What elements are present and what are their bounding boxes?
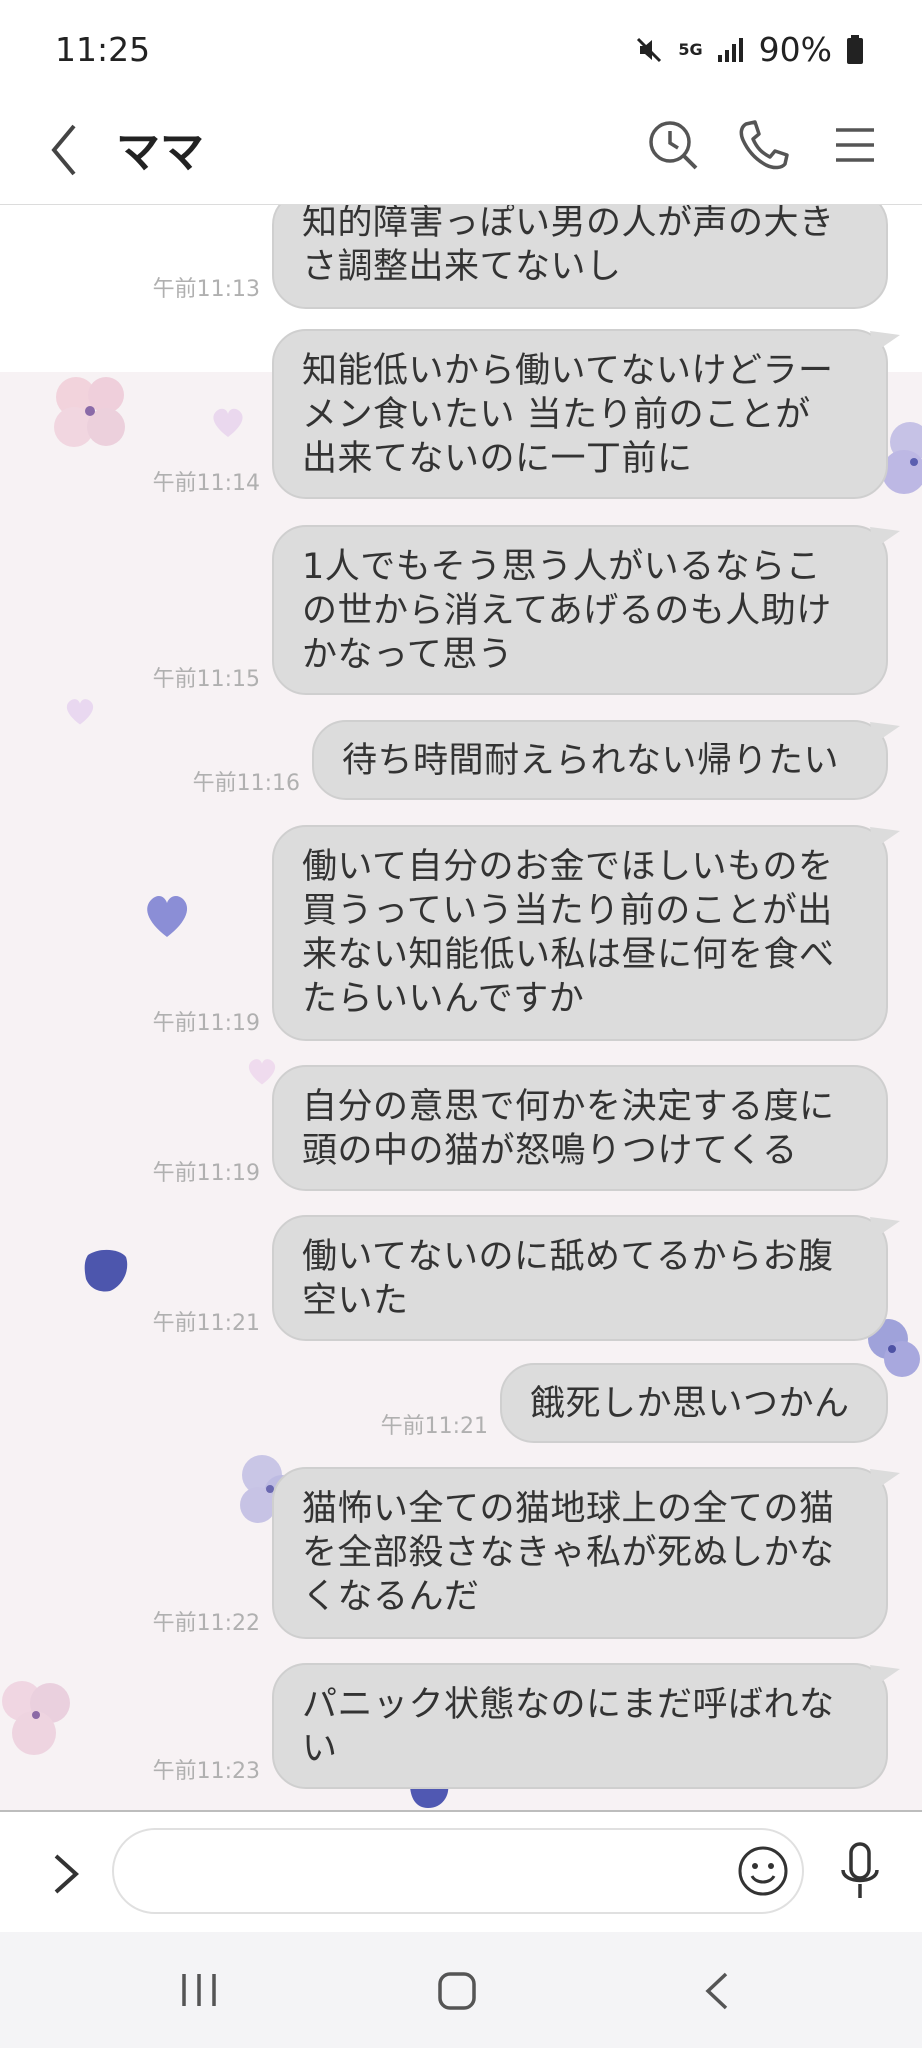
message-timestamp: 午前11:19	[152, 1011, 260, 1036]
message-input-bar	[0, 1810, 922, 1934]
menu-icon[interactable]	[820, 110, 890, 180]
message-text: 待ち時間耐えられない帰りたい	[342, 741, 840, 781]
message-timestamp: 午前11:21	[152, 1311, 260, 1336]
battery-icon	[847, 34, 863, 64]
back-chevron-icon[interactable]	[40, 112, 88, 184]
system-nav-bar	[0, 1932, 922, 2048]
message-timestamp: 午前11:19	[152, 1161, 260, 1186]
signal-icon	[717, 37, 743, 62]
message-timestamp: 午前11:13	[152, 277, 260, 302]
message-bubble[interactable]: 餓死しか思いつかん	[500, 1363, 888, 1443]
message-timestamp: 午前11:22	[152, 1611, 260, 1636]
heart-decoration-2	[66, 699, 94, 725]
message-text: 自分の意思で何かを決定する度に 頭の中の猫が怒鳴りつけてくる	[302, 1087, 835, 1171]
message-text: 知能低いから働いてないけどラー メン食いたい 当たり前のことが 出来てないのに一…	[302, 351, 834, 479]
message-bubble[interactable]: 知的障害っぽい男の人が声の大き さ調整出来てないし	[272, 205, 888, 309]
mute-icon	[637, 37, 662, 62]
bubble-tail	[870, 722, 900, 744]
chat-header: ママ	[0, 100, 922, 205]
message-bubble[interactable]: 自分の意思で何かを決定する度に 頭の中の猫が怒鳴りつけてくる	[272, 1065, 888, 1191]
message-timestamp: 午前11:21	[380, 1414, 488, 1439]
blue-petal-decoration	[84, 1249, 128, 1292]
phone-icon[interactable]	[728, 110, 798, 180]
message-text: 知的障害っぽい男の人が声の大き さ調整出来てないし	[302, 205, 835, 287]
home-icon[interactable]	[436, 1970, 478, 2012]
bubble-tail	[870, 1469, 900, 1491]
bubble-tail	[870, 331, 900, 353]
message-text: 餓死しか思いつかん	[530, 1384, 850, 1424]
recent-apps-icon[interactable]	[178, 1970, 220, 2010]
status-bar: 11:25 5G 90%	[0, 0, 922, 100]
message-bubble[interactable]: 1人でもそう思う人がいるならこ の世から消えてあげるのも人助け かなって思う	[272, 525, 900, 695]
search-clock-icon[interactable]	[638, 110, 708, 180]
message-bubble[interactable]: 待ち時間耐えられない帰りたい	[312, 720, 900, 800]
message-bubble[interactable]: 働いてないのに舐めてるからお腹 空いた	[272, 1215, 900, 1341]
message-bubble[interactable]: 猫怖い全ての猫地球上の全ての猫 を全部殺さなきゃ私が死ぬしかな くなるんだ	[272, 1467, 900, 1639]
message-text: 働いて自分のお金でほしいものを 買うっていう当たり前のことが出 来ない知能低い私…	[302, 847, 835, 1019]
message-text: 働いてないのに舐めてるからお腹 空いた	[302, 1237, 834, 1321]
message-timestamp: 午前11:16	[192, 771, 300, 796]
battery-percent: 90%	[758, 30, 832, 69]
bubble-tail	[870, 827, 900, 849]
message-timestamp: 午前11:15	[152, 667, 260, 692]
emoji-icon[interactable]	[736, 1844, 790, 1898]
flower-decoration	[54, 377, 125, 447]
message-bubble[interactable]: パニック状態なのにまだ呼ばれな い	[272, 1663, 900, 1789]
message-timestamp: 午前11:14	[152, 471, 260, 496]
status-icons: 5G 90%	[634, 30, 864, 69]
message-bubble[interactable]: 働いて自分のお金でほしいものを 買うっていう当たり前のことが出 来ない知能低い私…	[272, 825, 900, 1041]
bubble-tail	[870, 527, 900, 549]
flower-decoration-5	[2, 1681, 70, 1755]
message-timestamp: 午前11:23	[152, 1759, 260, 1784]
expand-chevron-icon[interactable]	[46, 1846, 86, 1902]
status-time: 11:25	[55, 30, 151, 69]
message-text: 猫怖い全ての猫地球上の全ての猫 を全部殺さなきゃ私が死ぬしかな くなるんだ	[302, 1489, 835, 1617]
message-bubble[interactable]: 知能低いから働いてないけどラー メン食いたい 当たり前のことが 出来てないのに一…	[272, 329, 900, 499]
chat-title[interactable]: ママ	[116, 116, 204, 180]
chat-area[interactable]: 知的障害っぽい男の人が声の大き さ調整出来てないし 午前11:13 知能低いから…	[0, 205, 922, 1810]
message-input[interactable]	[112, 1828, 804, 1914]
network-label: 5G	[678, 39, 703, 59]
bubble-tail	[870, 1665, 900, 1687]
bubble-tail	[870, 1217, 900, 1239]
microphone-icon[interactable]	[838, 1840, 882, 1904]
heart-decoration-3	[248, 1059, 276, 1085]
back-icon[interactable]	[700, 1970, 734, 2012]
message-text: パニック状態なのにまだ呼ばれな い	[302, 1685, 835, 1769]
message-text: 1人でもそう思う人がいるならこ の世から消えてあげるのも人助け かなって思う	[302, 547, 832, 675]
heart-decoration	[213, 408, 243, 437]
blue-heart-decoration	[147, 896, 188, 937]
